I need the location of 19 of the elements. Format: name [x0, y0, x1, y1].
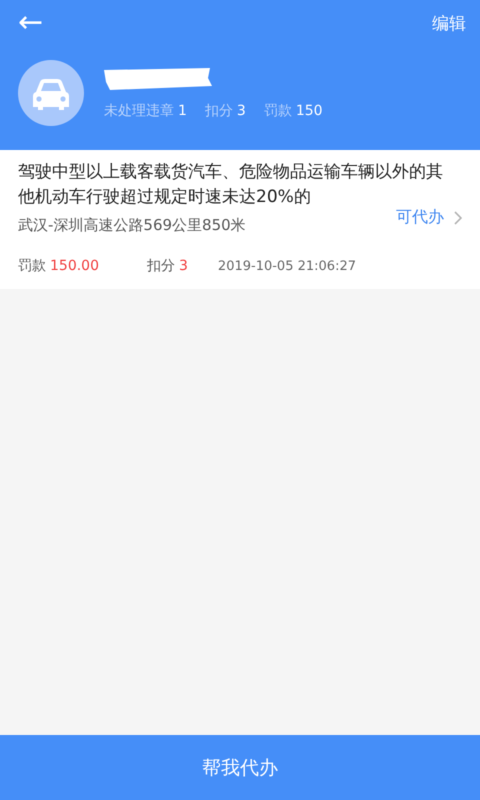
points-label: 扣分 [147, 257, 175, 275]
points-value: 3 [179, 258, 188, 274]
stat-label: 罚款 [264, 102, 292, 120]
car-avatar-icon [18, 60, 84, 126]
stat-value: 1 [178, 103, 187, 119]
stat-value: 3 [236, 103, 246, 119]
back-button[interactable]: ← [18, 8, 44, 38]
violation-description: 驾驶中型以上载客载货汽车、危险物品运输车辆以外的其他机动车行驶超过规定时速未达20%的 [18, 161, 444, 208]
fine-label: 罚款 [18, 257, 46, 275]
chevron-icon [454, 210, 462, 224]
violation-time: 2019-10-05 21:06:27 [218, 259, 356, 274]
stat-value: 150 [296, 103, 323, 119]
edit-button[interactable]: 编辑 [432, 12, 466, 34]
violation-location: 武汉-深圳高速公路569公里850米 [18, 216, 246, 235]
status-link[interactable]: 可代办 [396, 207, 462, 228]
primary-button[interactable]: 帮我代办 [0, 735, 480, 800]
stat-label: 未处理违章 [104, 102, 174, 120]
stat-label: 扣分 [204, 102, 233, 120]
fine-amount: 150.00 [50, 258, 99, 274]
